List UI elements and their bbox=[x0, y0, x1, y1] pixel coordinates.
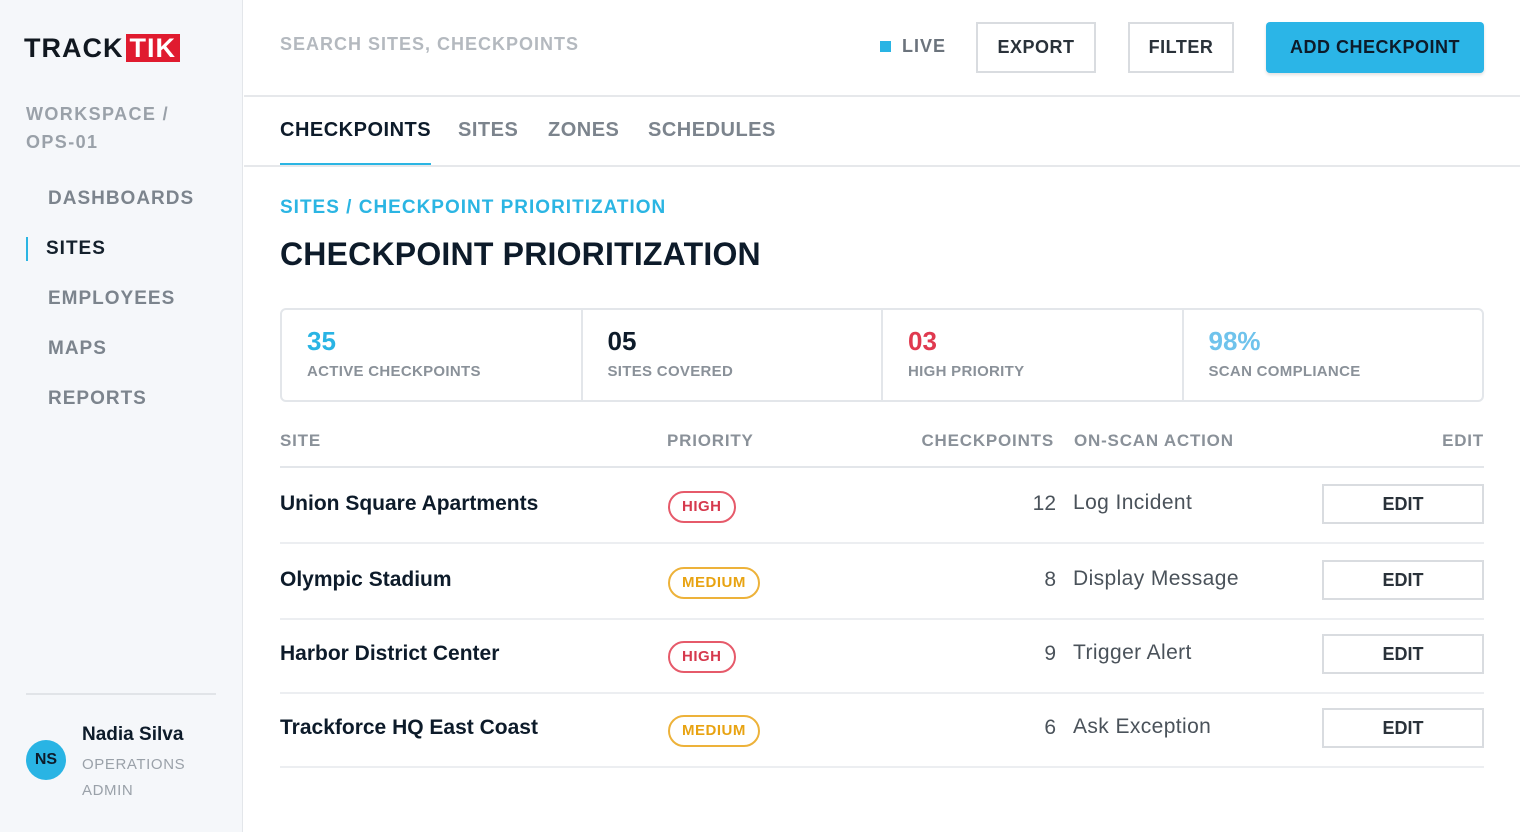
stat-label: SCAN COMPLIANCE bbox=[1208, 363, 1361, 380]
tab-schedules[interactable]: SCHEDULES bbox=[648, 119, 776, 165]
checkpoint-count: 8 bbox=[1044, 568, 1056, 591]
priority-badge: HIGH bbox=[668, 491, 736, 523]
stat-value: 98% bbox=[1208, 326, 1261, 356]
site-name: Trackforce HQ East Coast bbox=[280, 716, 538, 739]
search-input[interactable] bbox=[280, 34, 700, 55]
sidebar: TRACK TIK WORKSPACE / OPS-01 DASHBOARDS S… bbox=[0, 0, 243, 832]
on-scan-action: Trigger Alert bbox=[1073, 641, 1192, 664]
column-header-edit: EDIT bbox=[1442, 431, 1484, 450]
stat-scan-compliance: 98% SCAN COMPLIANCE bbox=[1184, 310, 1483, 400]
tab-checkpoints[interactable]: CHECKPOINTS bbox=[280, 119, 432, 165]
on-scan-action: Display Message bbox=[1073, 567, 1239, 590]
column-header-priority[interactable]: PRIORITY bbox=[667, 431, 754, 451]
user-name: Nadia Silva bbox=[82, 724, 184, 745]
tab-bar: CHECKPOINTS SITES ZONES SCHEDULES bbox=[244, 99, 1520, 167]
tracktik-logo[interactable]: TRACK TIK bbox=[24, 32, 180, 63]
export-button[interactable]: EXPORT bbox=[976, 22, 1096, 73]
logo-track-text: TRACK bbox=[24, 32, 124, 63]
table-row[interactable]: Union Square Apartments HIGH 12 Log Inci… bbox=[280, 468, 1484, 544]
sidebar-item-sites[interactable]: SITES bbox=[0, 232, 243, 282]
add-checkpoint-button[interactable]: ADD CHECKPOINT bbox=[1266, 22, 1484, 73]
checkpoint-count: 9 bbox=[1044, 642, 1056, 665]
column-header-on-scan-action[interactable]: ON-SCAN ACTION bbox=[1074, 431, 1234, 451]
sidebar-item-employees[interactable]: EMPLOYEES bbox=[0, 282, 243, 332]
sidebar-nav: DASHBOARDS SITES EMPLOYEES MAPS REPORTS bbox=[0, 182, 243, 432]
table-header: SITE PRIORITY CHECKPOINTS ON-SCAN ACTION… bbox=[280, 416, 1484, 468]
on-scan-action: Ask Exception bbox=[1073, 715, 1212, 738]
priority-badge: MEDIUM bbox=[668, 567, 760, 599]
site-name: Olympic Stadium bbox=[280, 568, 452, 591]
stat-label: ACTIVE CHECKPOINTS bbox=[307, 363, 481, 380]
stat-active-checkpoints: 35 ACTIVE CHECKPOINTS bbox=[282, 310, 583, 400]
stat-value: 35 bbox=[307, 326, 336, 356]
sidebar-item-reports[interactable]: REPORTS bbox=[0, 382, 243, 432]
edit-button[interactable]: EDIT bbox=[1322, 484, 1484, 524]
logo-tik-text: TIK bbox=[125, 34, 180, 62]
priority-badge: HIGH bbox=[668, 641, 736, 673]
tab-zones[interactable]: ZONES bbox=[548, 119, 619, 165]
tab-sites[interactable]: SITES bbox=[458, 119, 518, 165]
stat-value: 03 bbox=[908, 326, 937, 356]
table-row[interactable]: Harbor District Center HIGH 9 Trigger Al… bbox=[280, 618, 1484, 694]
table-row[interactable]: Trackforce HQ East Coast MEDIUM 6 Ask Ex… bbox=[280, 692, 1484, 768]
live-dot-icon bbox=[880, 41, 891, 52]
column-header-site[interactable]: SITE bbox=[280, 431, 321, 451]
top-bar: LIVE EXPORT FILTER ADD CHECKPOINT bbox=[244, 0, 1520, 97]
checkpoint-count: 12 bbox=[1032, 492, 1056, 515]
checkpoint-count: 6 bbox=[1044, 716, 1056, 739]
on-scan-action: Log Incident bbox=[1073, 491, 1193, 514]
stat-sites-covered: 05 SITES COVERED bbox=[583, 310, 883, 400]
breadcrumb[interactable]: SITES / CHECKPOINT PRIORITIZATION bbox=[280, 197, 666, 219]
stat-high-priority: 03 HIGH PRIORITY bbox=[883, 310, 1184, 400]
sidebar-item-dashboards[interactable]: DASHBOARDS bbox=[0, 182, 243, 232]
live-label: LIVE bbox=[902, 36, 947, 56]
stat-value: 05 bbox=[607, 326, 637, 356]
stat-label: HIGH PRIORITY bbox=[908, 363, 1025, 380]
page-title: CHECKPOINT PRIORITIZATION bbox=[280, 236, 761, 272]
site-name: Union Square Apartments bbox=[280, 492, 539, 515]
avatar[interactable]: NS bbox=[26, 740, 66, 780]
priority-badge: MEDIUM bbox=[668, 715, 760, 747]
user-role: OPERATIONS ADMIN bbox=[82, 756, 186, 799]
stats-panel: 35 ACTIVE CHECKPOINTS 05 SITES COVERED 0… bbox=[280, 308, 1484, 402]
edit-button[interactable]: EDIT bbox=[1322, 560, 1484, 600]
filter-button[interactable]: FILTER bbox=[1128, 22, 1234, 73]
stat-label: SITES COVERED bbox=[607, 363, 734, 380]
workspace-label: WORKSPACE / OPS-01 bbox=[26, 104, 170, 152]
sidebar-item-maps[interactable]: MAPS bbox=[0, 332, 243, 382]
sidebar-divider bbox=[26, 693, 216, 695]
edit-button[interactable]: EDIT bbox=[1322, 634, 1484, 674]
edit-button[interactable]: EDIT bbox=[1322, 708, 1484, 748]
site-name: Harbor District Center bbox=[280, 642, 500, 665]
table-row[interactable]: Olympic Stadium MEDIUM 8 Display Message… bbox=[280, 544, 1484, 620]
column-header-checkpoints[interactable]: CHECKPOINTS bbox=[921, 431, 1054, 451]
live-indicator: LIVE bbox=[880, 36, 946, 57]
